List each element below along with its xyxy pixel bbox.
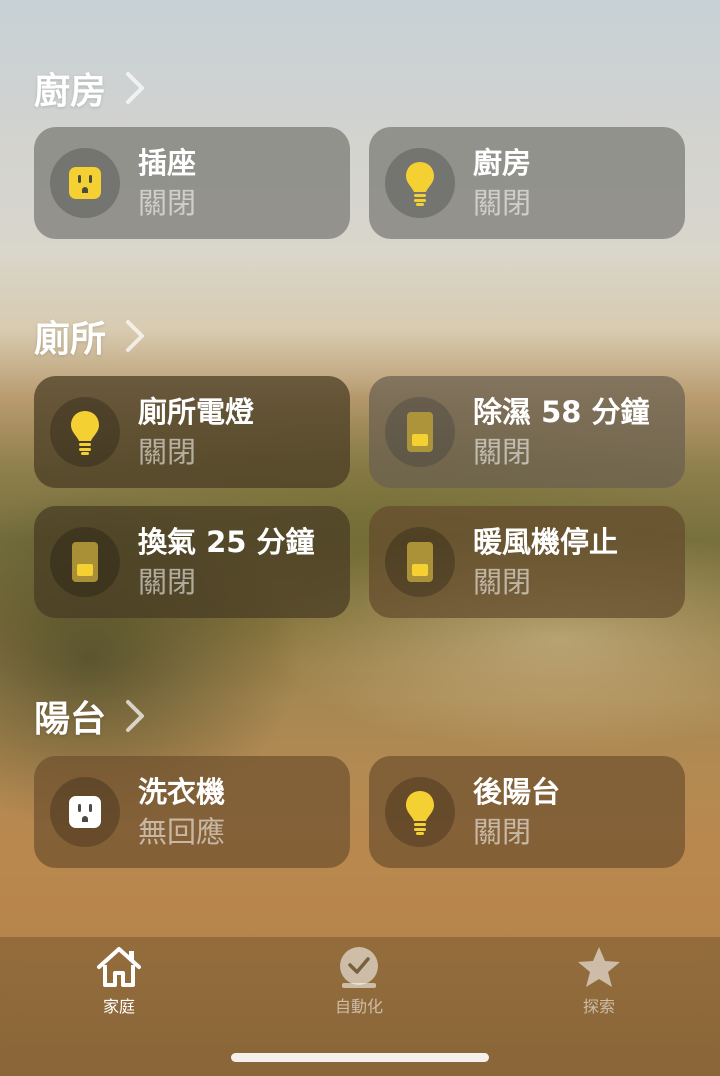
home-indicator[interactable] <box>231 1053 489 1062</box>
tab-label: 自動化 <box>334 997 383 1016</box>
lightbulb-icon <box>50 397 120 467</box>
accessory-name: 後陽台 <box>473 775 561 809</box>
accessory-name: 廁所電燈 <box>138 395 255 429</box>
accessory-tile-back-balcony-light[interactable]: 後陽台 關閉 <box>369 756 685 868</box>
chevron-right-icon <box>126 700 145 732</box>
lightbulb-icon <box>385 148 455 218</box>
accessory-status: 關閉 <box>138 186 197 220</box>
section-title-label: 陽台 <box>34 699 107 740</box>
accessory-tile-bathroom-light[interactable]: 廁所電燈 關閉 <box>34 376 350 488</box>
accessory-tile-ventilation[interactable]: 換氣 25 分鐘 關閉 <box>34 506 350 618</box>
chevron-right-icon <box>126 72 145 104</box>
tab-label: 探索 <box>582 997 615 1016</box>
accessory-status: 關閉 <box>473 435 532 469</box>
lightbulb-icon <box>385 777 455 847</box>
chevron-right-icon <box>126 320 145 352</box>
accessory-status: 關閉 <box>473 565 532 599</box>
accessory-status: 關閉 <box>473 815 532 849</box>
accessory-name: 除濕 58 分鐘 <box>473 395 650 429</box>
outlet-icon <box>50 148 120 218</box>
switch-icon <box>385 397 455 467</box>
switch-icon <box>50 527 120 597</box>
section-title-kitchen[interactable]: 廚房 <box>34 62 146 114</box>
accessory-name: 換氣 25 分鐘 <box>138 525 315 559</box>
accessory-name: 洗衣機 <box>138 775 226 809</box>
home-icon <box>97 947 141 987</box>
accessory-tile-heater[interactable]: 暖風機停止 關閉 <box>369 506 685 618</box>
switch-icon <box>385 527 455 597</box>
accessory-name: 廚房 <box>473 146 532 180</box>
accessory-tile-washer[interactable]: 洗衣機 無回應 <box>34 756 350 868</box>
tab-label: 家庭 <box>102 997 135 1016</box>
accessory-status: 關閉 <box>138 435 197 469</box>
accessory-name: 插座 <box>138 146 197 180</box>
tab-automation[interactable]: 自動化 <box>299 945 419 1017</box>
tab-discover[interactable]: 探索 <box>539 945 659 1017</box>
clock-check-icon <box>340 947 378 988</box>
section-title-bathroom[interactable]: 廁所 <box>34 310 146 362</box>
accessory-tile-outlet[interactable]: 插座 關閉 <box>34 127 350 239</box>
tab-home[interactable]: 家庭 <box>59 945 179 1017</box>
section-title-label: 廚房 <box>34 71 107 112</box>
star-icon <box>578 947 620 987</box>
accessory-status: 無回應 <box>138 815 226 849</box>
accessory-name: 暖風機停止 <box>473 525 619 559</box>
accessory-tile-dehumidify[interactable]: 除濕 58 分鐘 關閉 <box>369 376 685 488</box>
accessory-status: 關閉 <box>138 565 197 599</box>
section-title-label: 廁所 <box>34 319 107 360</box>
outlet-icon <box>50 777 120 847</box>
accessory-tile-kitchen-light[interactable]: 廚房 關閉 <box>369 127 685 239</box>
section-title-balcony[interactable]: 陽台 <box>34 690 146 742</box>
accessory-status: 關閉 <box>473 186 532 220</box>
